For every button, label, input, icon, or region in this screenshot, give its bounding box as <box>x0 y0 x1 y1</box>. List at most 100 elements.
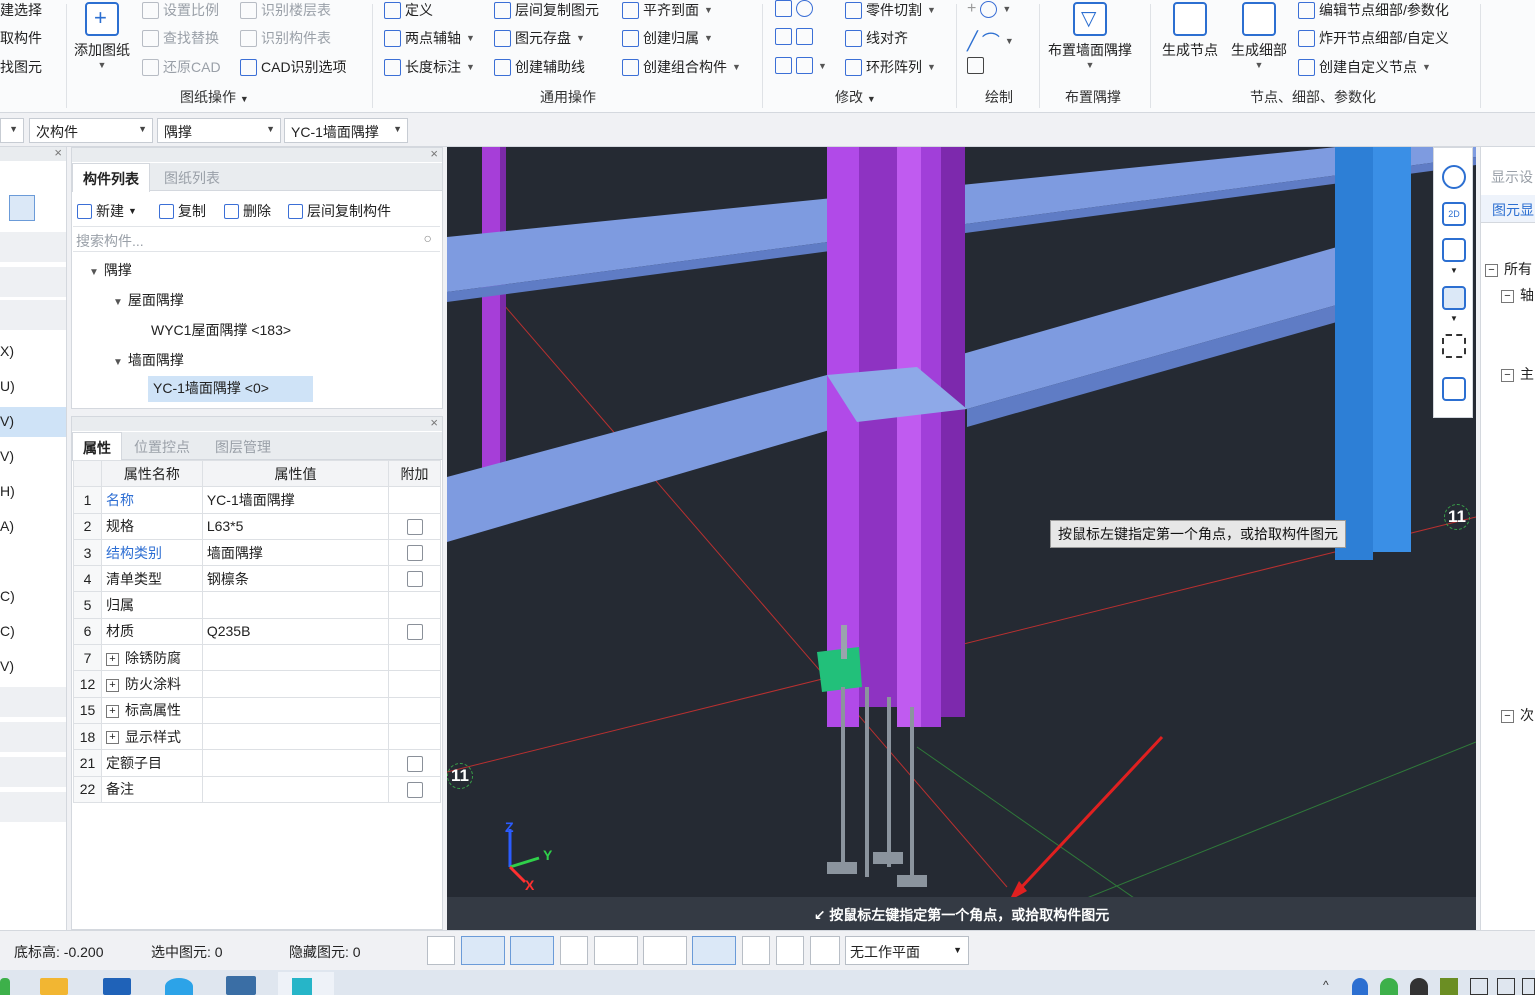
gen-node-button[interactable]: 生成节点 <box>1162 2 1218 60</box>
nav-item[interactable]: C) <box>0 623 66 651</box>
gen-detail-button[interactable]: 生成细部 ▼ <box>1231 2 1287 70</box>
ortho-toggle[interactable] <box>427 936 455 965</box>
define-button[interactable]: 定义 <box>384 0 433 20</box>
create-aux-line-button[interactable]: 创建辅助线 <box>494 57 585 77</box>
copy-component-button[interactable]: 复制 <box>159 201 206 221</box>
property-value[interactable]: 钢檩条 <box>201 565 390 593</box>
extra-checkbox[interactable] <box>406 545 423 562</box>
length-dimension-button[interactable]: 长度标注 ▼ <box>384 57 475 77</box>
tree-all[interactable]: − 所有 <box>1485 259 1532 279</box>
extra-checkbox[interactable] <box>406 781 423 798</box>
tree-item-wyc1[interactable]: WYC1屋面隅撑 <183> <box>151 320 291 340</box>
tree-axis[interactable]: − 轴 <box>1501 285 1534 305</box>
nvidia-icon[interactable] <box>1440 978 1458 995</box>
tree-item-yc1-selected[interactable]: YC-1墙面隅撑 <0> <box>148 376 313 402</box>
align-to-face-button[interactable]: 平齐到面 ▼ <box>622 0 713 20</box>
nav-item[interactable]: C) <box>0 588 66 616</box>
nav-item[interactable]: U) <box>0 378 66 406</box>
create-ownership-button[interactable]: 创建归属 ▼ <box>622 28 713 48</box>
set-scale-button[interactable]: 设置比例 <box>142 0 219 20</box>
properties-view-icon[interactable] <box>1442 377 1466 401</box>
extra-checkbox[interactable] <box>406 518 423 535</box>
identify-floor-table-button[interactable]: 识别楼层表 <box>240 0 331 20</box>
find-element[interactable]: 找图元 <box>0 57 42 77</box>
wechat-icon[interactable] <box>1380 978 1398 995</box>
list-view-icon[interactable] <box>9 195 35 221</box>
close-icon[interactable]: × <box>54 145 62 160</box>
orbit-icon[interactable] <box>1442 165 1466 189</box>
property-value[interactable]: Q235B <box>201 617 390 646</box>
sync-icon[interactable] <box>1410 978 1428 995</box>
snap-toggle[interactable] <box>461 936 505 965</box>
3d-viewport[interactable]: 11 11 Z Y X 按鼠标左键指定第一个角点，或拾取构件图元 ↙ 按鼠标左键… <box>447 147 1476 930</box>
extra-checkbox[interactable] <box>406 624 423 641</box>
tree-node-roof-brace[interactable]: ▼ 屋面隅撑 <box>113 290 184 310</box>
cad-options-button[interactable]: CAD识别选项 <box>240 57 347 77</box>
browser-icon[interactable] <box>165 978 193 995</box>
tab-properties[interactable]: 属性 <box>72 432 122 461</box>
tree-main[interactable]: − 主 <box>1501 364 1534 384</box>
find-replace-button[interactable]: 查找替换 <box>142 28 219 48</box>
property-value[interactable]: YC-1墙面隅撑 <box>201 486 390 514</box>
layer-toggle[interactable] <box>742 936 770 965</box>
add-drawing-button[interactable]: + 添加图纸 ▼ <box>74 2 130 70</box>
tab-layer-management[interactable]: 图层管理 <box>205 432 281 460</box>
fit-view-icon[interactable] <box>1442 334 1466 358</box>
move-tool[interactable]: ▼ <box>775 57 827 74</box>
floor-copy-component-button[interactable]: 层间复制构件 <box>288 201 391 221</box>
property-value[interactable]: L63*5 <box>201 512 390 540</box>
2d-view-icon[interactable]: 2D <box>1442 202 1466 226</box>
angle-toggle[interactable] <box>643 936 687 965</box>
create-custom-node-button[interactable]: 创建自定义节点 ▼ <box>1298 57 1431 77</box>
property-row[interactable]: 3 结构类别 墙面隅撑 <box>73 538 441 567</box>
property-row[interactable]: 5 归属 <box>73 591 441 619</box>
expand-icon[interactable]: + <box>105 652 119 666</box>
network-icon[interactable] <box>1497 978 1515 995</box>
component-name-combo[interactable]: YC-1墙面隅撑 ▼ <box>284 118 408 143</box>
active-app-tab[interactable] <box>278 972 334 995</box>
tab-drawing-list[interactable]: 图纸列表 <box>154 163 230 191</box>
explode-node-detail-button[interactable]: 炸开节点细部/自定义 <box>1298 28 1449 48</box>
close-icon[interactable]: × <box>430 415 438 430</box>
ring-array-button[interactable]: 环形阵列 ▼ <box>845 57 936 77</box>
tree-node-brace[interactable]: ▼ 隅撑 <box>89 260 132 280</box>
property-value[interactable] <box>201 591 390 619</box>
tab-element-display[interactable]: 图元显 <box>1481 195 1535 223</box>
two-point-axis-button[interactable]: 两点辅轴 ▼ <box>384 28 475 48</box>
close-icon[interactable]: × <box>430 146 438 161</box>
property-value[interactable] <box>201 670 390 698</box>
property-row[interactable]: 2 规格 L63*5 <box>73 512 441 540</box>
line-align-button[interactable]: 线对齐 <box>845 28 908 48</box>
property-row[interactable]: 1 名称 YC-1墙面隅撑 <box>73 486 441 514</box>
cross-toggle[interactable] <box>560 936 588 965</box>
extra-checkbox[interactable] <box>406 571 423 588</box>
mail-icon[interactable] <box>103 978 131 995</box>
expand-icon[interactable]: + <box>105 705 119 719</box>
restore-cad-button[interactable]: 还原CAD <box>142 57 221 77</box>
property-value[interactable] <box>201 696 390 724</box>
component-type-combo[interactable]: 次构件 ▼ <box>29 118 153 143</box>
place-wall-brace-button[interactable]: ▽ 布置墙面隅撑 ▼ <box>1048 2 1132 70</box>
part-cut-button[interactable]: 零件切割 ▼ <box>845 0 936 20</box>
edit-node-detail-button[interactable]: 编辑节点细部/参数化 <box>1298 0 1449 20</box>
tree-node-wall-brace[interactable]: ▼ 墙面隅撑 <box>113 350 184 370</box>
point-tool[interactable]: + ▼ <box>967 0 1011 18</box>
property-value[interactable] <box>201 749 390 777</box>
property-value[interactable] <box>201 775 390 803</box>
property-row[interactable]: 12 + 防火涂料 <box>73 670 441 698</box>
property-row[interactable]: 4 清单类型 钢檩条 <box>73 565 441 593</box>
identify-component-table-button[interactable]: 识别构件表 <box>240 28 331 48</box>
chevron-up-icon[interactable]: ^ <box>1323 978 1329 992</box>
polar-toggle[interactable] <box>594 936 638 965</box>
3d-view-icon[interactable] <box>1442 238 1466 262</box>
property-value[interactable] <box>201 722 390 751</box>
line-tool[interactable]: ╱ ⌒ ▼ <box>967 28 1014 54</box>
split-toggle[interactable] <box>776 936 804 965</box>
property-row[interactable]: 21 定额子目 <box>73 749 441 777</box>
rect-tool[interactable] <box>967 57 984 74</box>
device-icon[interactable] <box>1470 978 1488 995</box>
nav-item[interactable]: A) <box>0 518 66 546</box>
solid-view-icon[interactable] <box>1442 286 1466 310</box>
chevron-down-icon[interactable]: ▼ <box>1450 314 1458 323</box>
floor-combo[interactable]: ▼ <box>0 118 24 143</box>
